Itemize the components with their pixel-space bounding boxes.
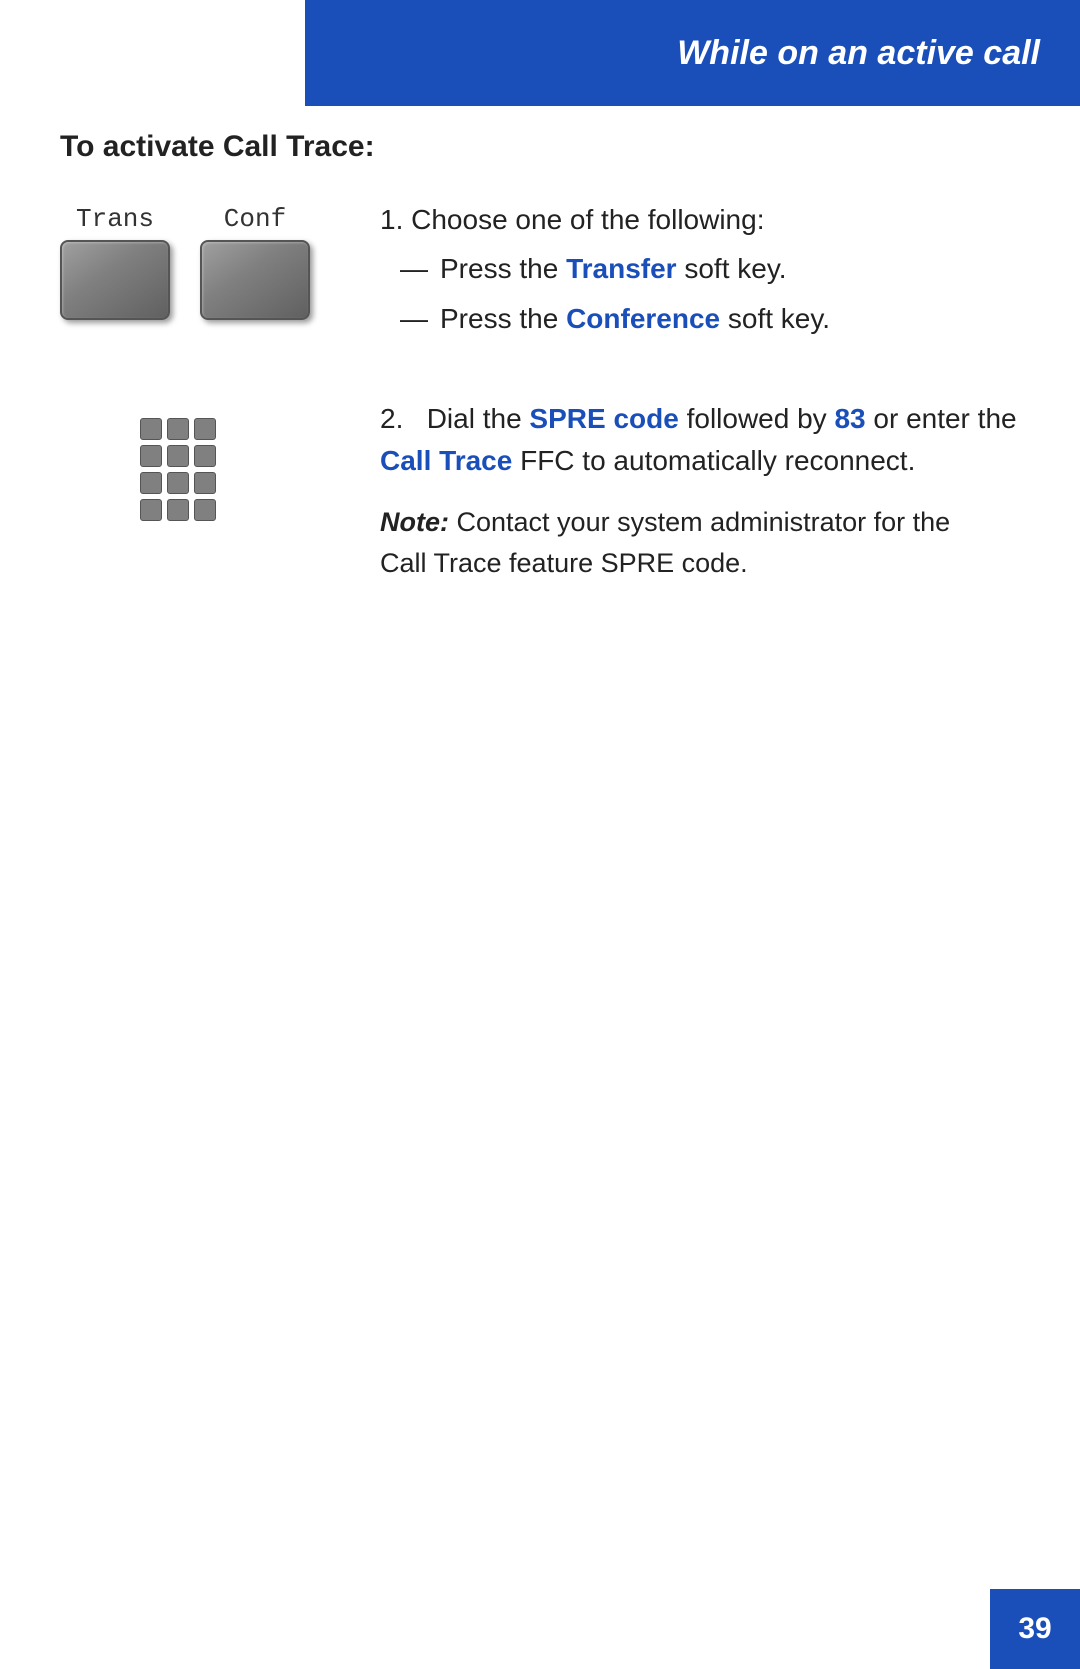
trans-button-wrap: Trans: [60, 204, 170, 320]
key-5: [167, 445, 189, 467]
steps-area: Trans Conf 1. Choose one of the followin…: [60, 204, 1020, 583]
page-number: 39: [1018, 1612, 1051, 1646]
key-8: [167, 472, 189, 494]
section-heading: To activate Call Trace:: [60, 130, 1020, 164]
trans-label: Trans: [76, 204, 154, 234]
conf-button-wrap: Conf: [200, 204, 310, 320]
header-title: While on an active call: [677, 34, 1040, 73]
spre-code-link: SPRE code: [529, 403, 678, 434]
page-number-box: 39: [990, 1589, 1080, 1669]
key-3: [194, 418, 216, 440]
step2-note: Note: Contact your system administrator …: [380, 502, 960, 583]
key-9: [194, 472, 216, 494]
conference-link: Conference: [566, 303, 720, 334]
content-area: To activate Call Trace: Trans Conf: [60, 130, 1020, 583]
conf-button-image: [200, 240, 310, 320]
key-0: [167, 499, 189, 521]
conf-label: Conf: [224, 204, 286, 234]
step2-number: 2.: [380, 403, 403, 434]
step2-row: 2. Dial the SPRE code followed by 83 or …: [60, 398, 1020, 583]
call-trace-link: Call Trace: [380, 445, 512, 476]
key-2: [167, 418, 189, 440]
key-hash: [194, 499, 216, 521]
note-bold-label: Note:: [380, 507, 449, 537]
step2-text-col: 2. Dial the SPRE code followed by 83 or …: [380, 398, 1020, 583]
83-link: 83: [834, 403, 865, 434]
keypad-column: [60, 398, 340, 521]
step2-text: 2. Dial the SPRE code followed by 83 or …: [380, 398, 1020, 482]
bullet-transfer: Press the Transfer soft key.: [400, 248, 1020, 290]
bullet-transfer-text: Press the Transfer soft key.: [440, 248, 787, 290]
keypad-image: [140, 418, 216, 521]
transfer-link: Transfer: [566, 253, 677, 284]
soft-buttons-row: Trans Conf: [60, 204, 310, 320]
key-1: [140, 418, 162, 440]
trans-button-image: [60, 240, 170, 320]
key-7: [140, 472, 162, 494]
step1-row: Trans Conf 1. Choose one of the followin…: [60, 204, 1020, 348]
key-6: [194, 445, 216, 467]
bullet-conference-text: Press the Conference soft key.: [440, 298, 830, 340]
buttons-column: Trans Conf: [60, 204, 340, 320]
step1-text: 1. Choose one of the following: Press th…: [380, 204, 1020, 348]
bullet-conference: Press the Conference soft key.: [400, 298, 1020, 340]
key-star: [140, 499, 162, 521]
key-4: [140, 445, 162, 467]
step1-bullets: Press the Transfer soft key. Press the C…: [400, 248, 1020, 340]
step1-number: 1. Choose one of the following:: [380, 204, 1020, 236]
header-bar: While on an active call: [305, 0, 1080, 106]
